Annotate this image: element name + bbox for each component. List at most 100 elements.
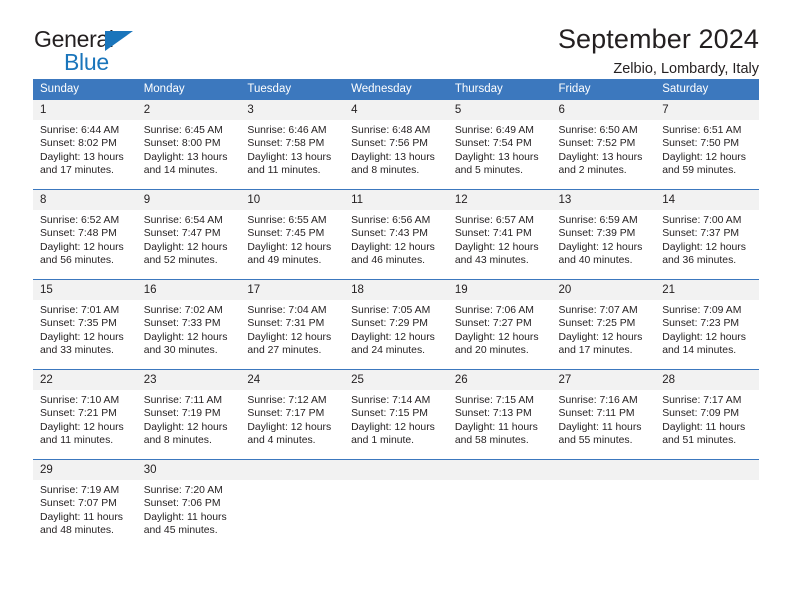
sunset-text: Sunset: 7:37 PM [662, 228, 740, 240]
sunset-text: Sunset: 7:35 PM [40, 318, 117, 330]
day-number: 1 [33, 100, 137, 120]
day-cell-empty [655, 459, 759, 549]
daylight-text-line2: and 8 minutes. [351, 164, 420, 176]
sunset-text: Sunset: 7:13 PM [454, 408, 532, 420]
day-cell[interactable]: 11 Sunrise: 6:56 AM Sunset: 7:43 PM Dayligh… [344, 189, 448, 280]
day-cell[interactable]: 13 Sunrise: 6:59 AM Sunset: 7:39 PM Dayligh… [551, 189, 656, 280]
sunrise-text: Sunrise: 7:09 AM [662, 305, 742, 316]
sunset-text: Sunset: 8:02 PM [40, 138, 117, 150]
daylight-text-line2: and 14 minutes. [662, 344, 737, 356]
day-details: Sunrise: 6:55 AM Sunset: 7:45 PM Daylight:… [240, 210, 344, 267]
day-cell[interactable]: 16 Sunrise: 7:02 AM Sunset: 7:33 PM Dayligh… [136, 279, 241, 370]
daylight-text-line2: and 45 minutes. [143, 524, 218, 536]
daylight-text-line1: Daylight: 12 hours [40, 241, 124, 253]
daylight-text-line2: and 48 minutes. [40, 524, 114, 536]
sunset-text: Sunset: 7:47 PM [143, 228, 221, 240]
page-subtitle: Zelbio, Lombardy, Italy [613, 61, 759, 77]
day-details: Sunrise: 6:50 AM Sunset: 7:52 PM Daylight:… [552, 120, 656, 177]
day-cell[interactable]: 26 Sunrise: 7:15 AM Sunset: 7:13 PM Dayligh… [447, 369, 552, 460]
daylight-text-line1: Daylight: 12 hours [558, 331, 643, 343]
sunrise-text: Sunrise: 7:12 AM [247, 395, 327, 406]
calendar-week-row: 8 Sunrise: 6:52 AM Sunset: 7:48 PM Daylight… [33, 189, 759, 280]
day-details: Sunrise: 7:01 AM Sunset: 7:35 PM Daylight:… [33, 300, 137, 357]
day-number: 10 [240, 190, 345, 210]
sunrise-text: Sunrise: 7:17 AM [662, 395, 742, 406]
daylight-text-line1: Daylight: 13 hours [558, 151, 643, 163]
day-cell[interactable]: 10 Sunrise: 6:55 AM Sunset: 7:45 PM Dayligh… [240, 189, 345, 280]
day-cell[interactable]: 5 Sunrise: 6:49 AM Sunset: 7:54 PM Daylight… [447, 100, 552, 190]
sunset-text: Sunset: 7:45 PM [247, 228, 325, 240]
day-cell[interactable]: 27 Sunrise: 7:16 AM Sunset: 7:11 PM Dayligh… [551, 369, 656, 460]
daylight-text-line1: Daylight: 13 hours [247, 151, 332, 163]
sunrise-text: Sunrise: 6:56 AM [351, 215, 431, 226]
day-cell[interactable]: 4 Sunrise: 6:48 AM Sunset: 7:56 PM Daylight… [344, 100, 448, 190]
sunrise-text: Sunrise: 6:55 AM [247, 215, 327, 226]
day-cell[interactable]: 12 Sunrise: 6:57 AM Sunset: 7:41 PM Dayligh… [447, 189, 552, 280]
day-cell[interactable]: 19 Sunrise: 7:06 AM Sunset: 7:27 PM Dayligh… [447, 279, 552, 370]
sunrise-text: Sunrise: 7:05 AM [351, 305, 431, 316]
day-cell[interactable]: 15 Sunrise: 7:01 AM Sunset: 7:35 PM Dayligh… [33, 279, 137, 370]
sunrise-text: Sunrise: 7:11 AM [143, 395, 223, 406]
day-cell[interactable]: 25 Sunrise: 7:14 AM Sunset: 7:15 PM Dayligh… [344, 369, 448, 460]
sunrise-text: Sunrise: 6:48 AM [351, 125, 431, 136]
daylight-text-line1: Daylight: 12 hours [143, 421, 228, 433]
day-cell[interactable]: 18 Sunrise: 7:05 AM Sunset: 7:29 PM Dayligh… [344, 279, 448, 370]
day-cell-empty [240, 459, 345, 549]
day-cell-empty [551, 459, 656, 549]
daylight-text-line2: and 14 minutes. [143, 164, 218, 176]
day-cell[interactable]: 28 Sunrise: 7:17 AM Sunset: 7:09 PM Dayligh… [655, 369, 759, 460]
sunrise-text: Sunrise: 6:49 AM [454, 125, 534, 136]
day-cell[interactable]: 21 Sunrise: 7:09 AM Sunset: 7:23 PM Dayligh… [655, 279, 759, 370]
day-cell[interactable]: 23 Sunrise: 7:11 AM Sunset: 7:19 PM Dayligh… [136, 369, 241, 460]
sunset-text: Sunset: 7:56 PM [351, 138, 428, 150]
weekday-header-thursday: Thursday [447, 79, 552, 100]
daylight-text-line1: Daylight: 13 hours [40, 151, 124, 163]
sunrise-text: Sunrise: 7:01 AM [40, 305, 120, 316]
daylight-text-line1: Daylight: 11 hours [143, 511, 227, 523]
day-cell[interactable]: 17 Sunrise: 7:04 AM Sunset: 7:31 PM Dayligh… [240, 279, 345, 370]
calendar-header-row: Sunday Monday Tuesday Wednesday Thursday… [33, 79, 759, 100]
day-cell[interactable]: 2 Sunrise: 6:45 AM Sunset: 8:00 PM Daylight… [136, 100, 241, 190]
sunset-text: Sunset: 7:06 PM [143, 498, 221, 510]
daylight-text-line2: and 4 minutes. [247, 434, 316, 446]
sunrise-text: Sunrise: 7:06 AM [454, 305, 534, 316]
day-cell[interactable]: 22 Sunrise: 7:10 AM Sunset: 7:21 PM Dayligh… [33, 369, 137, 460]
daylight-text-line2: and 2 minutes. [558, 164, 627, 176]
day-cell[interactable]: 29 Sunrise: 7:19 AM Sunset: 7:07 PM Dayligh… [33, 459, 137, 549]
day-cell[interactable]: 3 Sunrise: 6:46 AM Sunset: 7:58 PM Daylight… [240, 100, 345, 190]
day-number: 23 [136, 370, 241, 390]
daylight-text-line2: and 46 minutes. [351, 254, 426, 266]
day-cell[interactable]: 9 Sunrise: 6:54 AM Sunset: 7:47 PM Daylight… [136, 189, 241, 280]
sunrise-text: Sunrise: 6:46 AM [247, 125, 327, 136]
day-cell[interactable]: 1 Sunrise: 6:44 AM Sunset: 8:02 PM Daylight… [33, 100, 137, 190]
daylight-text-line1: Daylight: 12 hours [662, 151, 746, 163]
day-cell[interactable]: 30 Sunrise: 7:20 AM Sunset: 7:06 PM Dayligh… [136, 459, 241, 549]
daylight-text-line2: and 5 minutes. [454, 164, 523, 176]
day-cell[interactable]: 20 Sunrise: 7:07 AM Sunset: 7:25 PM Dayligh… [551, 279, 656, 370]
logo-triangle-icon [105, 31, 133, 51]
sunset-text: Sunset: 8:00 PM [143, 138, 221, 150]
sunset-text: Sunset: 7:27 PM [454, 318, 532, 330]
day-details: Sunrise: 6:48 AM Sunset: 7:56 PM Daylight:… [344, 120, 448, 177]
sunrise-text: Sunrise: 6:57 AM [454, 215, 534, 226]
day-cell[interactable]: 6 Sunrise: 6:50 AM Sunset: 7:52 PM Daylight… [551, 100, 656, 190]
day-details: Sunrise: 7:06 AM Sunset: 7:27 PM Daylight:… [448, 300, 552, 357]
day-number: 25 [344, 370, 448, 390]
sunrise-text: Sunrise: 6:52 AM [40, 215, 120, 226]
sunset-text: Sunset: 7:43 PM [351, 228, 428, 240]
weekday-header-tuesday: Tuesday [240, 79, 345, 100]
daylight-text-line2: and 56 minutes. [40, 254, 114, 266]
day-cell[interactable]: 24 Sunrise: 7:12 AM Sunset: 7:17 PM Dayligh… [240, 369, 345, 460]
day-cell[interactable]: 7 Sunrise: 6:51 AM Sunset: 7:50 PM Daylight… [655, 100, 759, 190]
day-number: 20 [551, 280, 656, 300]
sunrise-text: Sunrise: 7:07 AM [558, 305, 638, 316]
daylight-text-line2: and 24 minutes. [351, 344, 426, 356]
day-cell[interactable]: 8 Sunrise: 6:52 AM Sunset: 7:48 PM Daylight… [33, 189, 137, 280]
daylight-text-line2: and 30 minutes. [143, 344, 218, 356]
sunset-text: Sunset: 7:41 PM [454, 228, 532, 240]
day-cell[interactable]: 14 Sunrise: 7:00 AM Sunset: 7:37 PM Dayligh… [655, 189, 759, 280]
day-number: 3 [240, 100, 345, 120]
daylight-text-line1: Daylight: 12 hours [351, 331, 435, 343]
daylight-text-line2: and 8 minutes. [143, 434, 212, 446]
sunset-text: Sunset: 7:11 PM [558, 408, 635, 420]
